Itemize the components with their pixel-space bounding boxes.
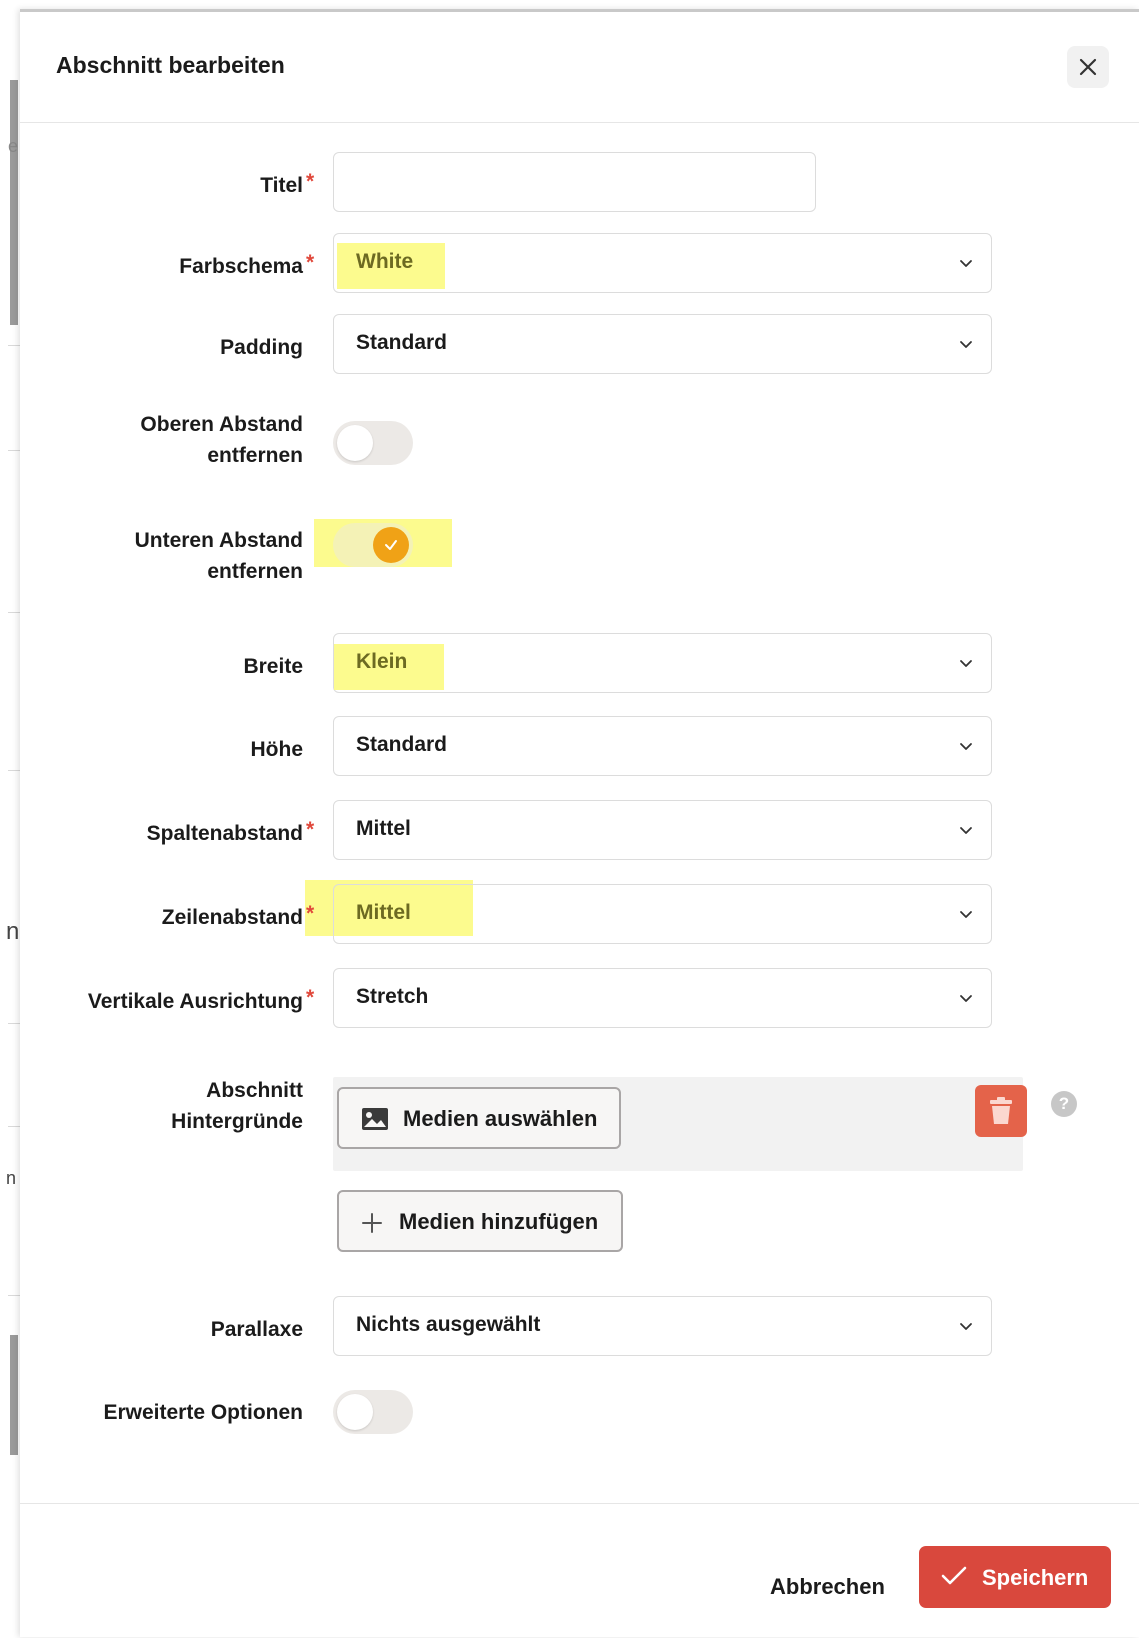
- field-label: Vertikale Ausrichtung: [87, 990, 303, 1013]
- required-mark: *: [306, 170, 315, 193]
- field-label: Padding: [220, 336, 303, 359]
- plus-icon: [362, 1213, 382, 1233]
- field-label: Erweiterte Optionen: [103, 1401, 303, 1424]
- field-row-farbschema: Farbschema * White: [20, 233, 1139, 293]
- width-value: Klein: [356, 650, 408, 673]
- toggle-knob: [337, 425, 373, 461]
- close-button[interactable]: [1067, 46, 1109, 88]
- height-value: Standard: [356, 733, 448, 756]
- parallax-select[interactable]: Nichts ausgewählt: [333, 1296, 992, 1356]
- field-label: entfernen: [207, 560, 303, 583]
- advanced-options-toggle[interactable]: [333, 1390, 413, 1434]
- parallax-value: Nichts ausgewählt: [356, 1313, 541, 1336]
- required-mark: *: [306, 986, 315, 1009]
- vertical-alignment-value: Stretch: [356, 985, 429, 1008]
- help-icon[interactable]: ?: [1051, 1091, 1077, 1117]
- field-label: Unteren Abstand: [134, 529, 303, 552]
- row-gap-select[interactable]: Mittel: [333, 884, 992, 944]
- remove-top-spacing-toggle[interactable]: [333, 421, 413, 465]
- field-label: Oberen Abstand: [140, 413, 303, 436]
- required-mark: *: [306, 902, 315, 925]
- color-scheme-value: White: [356, 250, 414, 273]
- background-text: e: [8, 136, 19, 156]
- field-label: Spaltenabstand: [146, 822, 303, 845]
- field-row-padding: Padding Standard: [20, 314, 1139, 374]
- toggle-knob: [337, 1394, 373, 1430]
- required-mark: *: [306, 818, 315, 841]
- check-icon: [941, 1566, 967, 1585]
- field-row-hoehe: Höhe Standard: [20, 716, 1139, 776]
- field-label: Breite: [243, 655, 303, 678]
- dialog-footer: Abbrechen Speichern: [20, 1503, 1139, 1638]
- row-gap-value: Mittel: [356, 901, 411, 924]
- field-row-parallaxe: Parallaxe Nichts ausgewählt: [20, 1296, 1139, 1356]
- field-label: Titel: [260, 174, 303, 197]
- background-divider: [8, 345, 20, 346]
- column-gap-select[interactable]: Mittel: [333, 800, 992, 860]
- background-divider: [8, 450, 20, 451]
- field-row-erweiterte-optionen: Erweiterte Optionen: [20, 1390, 1139, 1436]
- add-media-button[interactable]: Medien hinzufügen: [337, 1190, 623, 1252]
- chevron-down-icon: [960, 1323, 972, 1330]
- cancel-button[interactable]: Abbrechen: [770, 1574, 885, 1600]
- field-row-oberen-abstand: Oberen Abstand entfernen: [20, 409, 1139, 479]
- toggle-knob: [373, 527, 409, 563]
- field-row-unteren-abstand: Unteren Abstand entfernen: [20, 519, 1139, 595]
- chevron-down-icon: [960, 995, 972, 1002]
- chevron-down-icon: [960, 911, 972, 918]
- height-select[interactable]: Standard: [333, 716, 992, 776]
- field-row-breite: Breite Klein: [20, 633, 1139, 693]
- field-label: Parallaxe: [210, 1318, 303, 1341]
- field-label: Höhe: [250, 738, 304, 761]
- dialog-title: Abschnitt bearbeiten: [56, 52, 285, 78]
- width-select[interactable]: Klein: [333, 633, 992, 693]
- background-text: n: [6, 1168, 17, 1188]
- field-row-vertikale-ausrichtung: Vertikale Ausrichtung * Stretch: [20, 968, 1139, 1028]
- vertical-alignment-select[interactable]: Stretch: [333, 968, 992, 1028]
- save-label: Speichern: [982, 1565, 1089, 1590]
- background-divider: [8, 770, 20, 771]
- add-media-label: Medien hinzufügen: [399, 1209, 599, 1234]
- field-label: Farbschema: [179, 255, 303, 278]
- padding-select[interactable]: Standard: [333, 314, 992, 374]
- edit-section-dialog: Abschnitt bearbeiten Titel * Farbschema …: [20, 9, 1139, 1637]
- dialog-header: Abschnitt bearbeiten: [20, 12, 1139, 123]
- padding-value: Standard: [356, 331, 448, 354]
- background-text: n: [6, 918, 20, 945]
- background-divider: [8, 1023, 20, 1024]
- chevron-down-icon: [960, 260, 972, 267]
- background-app: e n n: [0, 0, 20, 1634]
- save-button[interactable]: Speichern: [919, 1546, 1111, 1608]
- color-scheme-select[interactable]: White: [333, 233, 992, 293]
- column-gap-value: Mittel: [356, 817, 411, 840]
- field-row-spaltenabstand: Spaltenabstand * Mittel: [20, 800, 1139, 860]
- background-strip: [10, 225, 18, 325]
- select-media-button[interactable]: Medien auswählen: [337, 1087, 621, 1149]
- field-row-titel: Titel *: [20, 152, 1139, 212]
- check-icon: [385, 540, 397, 550]
- select-media-label: Medien auswählen: [403, 1106, 598, 1131]
- remove-bottom-spacing-toggle[interactable]: [333, 523, 413, 567]
- background-divider: [8, 612, 20, 613]
- delete-media-button[interactable]: [975, 1085, 1027, 1137]
- field-label: Hintergründe: [171, 1110, 303, 1133]
- required-mark: *: [306, 251, 315, 274]
- background-strip: [10, 1335, 18, 1455]
- trash-icon: [990, 1097, 1012, 1124]
- chevron-down-icon: [960, 743, 972, 750]
- background-divider: [8, 1126, 20, 1127]
- chevron-down-icon: [960, 341, 972, 348]
- title-input[interactable]: [333, 152, 816, 212]
- field-label: Abschnitt: [206, 1079, 303, 1102]
- field-row-zeilenabstand: Zeilenabstand * Mittel: [20, 880, 1139, 944]
- image-icon: [362, 1108, 388, 1130]
- field-label: Zeilenabstand: [161, 906, 303, 929]
- field-label: entfernen: [207, 444, 303, 467]
- chevron-down-icon: [960, 827, 972, 834]
- background-divider: [8, 1295, 20, 1296]
- chevron-down-icon: [960, 660, 972, 667]
- close-icon: [1079, 58, 1097, 76]
